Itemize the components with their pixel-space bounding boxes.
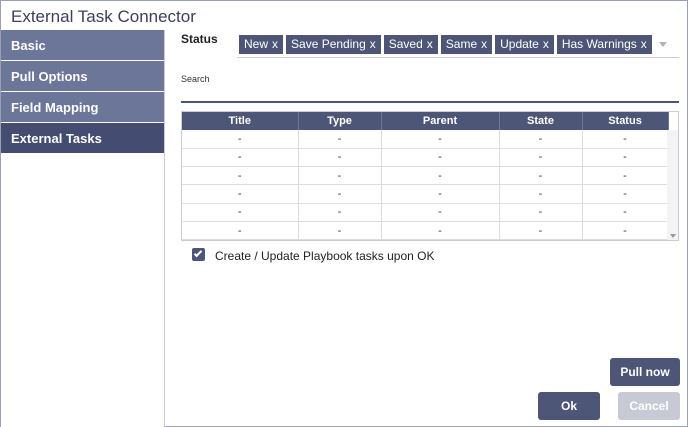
table-cell: - xyxy=(582,130,669,149)
table-cell: - xyxy=(182,221,299,240)
create-update-checkbox[interactable] xyxy=(192,248,205,261)
table-row[interactable]: ----- xyxy=(182,130,669,149)
remove-tag-button[interactable]: x xyxy=(641,37,647,51)
table-cell: - xyxy=(582,184,669,204)
pull-now-button[interactable]: Pull now xyxy=(610,358,680,386)
table-cell: - xyxy=(298,203,382,222)
chevron-down-icon[interactable] xyxy=(659,42,667,47)
table-cell: - xyxy=(298,221,382,240)
table-row[interactable]: ----- xyxy=(182,166,669,186)
search-input[interactable] xyxy=(181,87,679,103)
table-cell: - xyxy=(381,130,500,149)
status-tag: Has Warnings x xyxy=(556,35,652,54)
remove-tag-button[interactable]: x xyxy=(272,37,278,51)
table-cell: - xyxy=(381,221,500,240)
remove-tag-button[interactable]: x xyxy=(543,37,549,51)
table-cell: - xyxy=(381,166,500,186)
table-cell: - xyxy=(298,184,382,204)
table-cell: - xyxy=(298,148,382,168)
window-title: External Task Connector xyxy=(11,7,196,26)
table-cell: - xyxy=(582,203,669,222)
table-cell: - xyxy=(499,130,583,149)
status-tag: New x xyxy=(239,35,284,54)
table-row[interactable]: ----- xyxy=(182,184,669,204)
table-cell: - xyxy=(381,203,500,222)
table-cell: - xyxy=(499,148,583,168)
table-cell: - xyxy=(499,184,583,204)
table-cell: - xyxy=(182,203,299,222)
checkmark-icon xyxy=(193,248,203,258)
status-label: Status xyxy=(181,32,218,46)
column-header[interactable]: Parent xyxy=(381,112,500,130)
column-header[interactable]: Title xyxy=(182,112,299,130)
cancel-button[interactable]: Cancel xyxy=(618,392,680,420)
status-tag-label: Has Warnings xyxy=(561,37,637,51)
external-task-connector-window: External Task Connector Basic Pull Optio… xyxy=(0,0,688,427)
status-tag: Update x xyxy=(495,35,554,54)
sidebar-item-label: Pull Options xyxy=(11,69,88,84)
status-tag: Saved x xyxy=(383,35,438,54)
ok-button[interactable]: Ok xyxy=(538,392,600,420)
sidebar-item-pull-options[interactable]: Pull Options xyxy=(1,61,164,91)
table-cell: - xyxy=(182,166,299,186)
table-cell: - xyxy=(381,184,500,204)
table-cell: - xyxy=(582,221,669,240)
status-tag-label: Update xyxy=(500,37,539,51)
table-header-row: Title Type Parent State Status xyxy=(182,112,669,130)
sidebar-item-external-tasks[interactable]: External Tasks xyxy=(1,123,164,153)
status-tag-label: Saved xyxy=(388,37,423,51)
table-row[interactable]: ----- xyxy=(182,148,669,168)
status-tag-label: New xyxy=(244,37,269,51)
table-row[interactable]: ----- xyxy=(182,203,669,222)
sidebar-item-field-mapping[interactable]: Field Mapping xyxy=(1,92,164,122)
status-tag-list: New x Save Pending x Saved x Same x Update x Has W… xyxy=(239,35,652,54)
column-header[interactable]: Type xyxy=(298,112,382,130)
search-label: Search xyxy=(181,74,210,84)
status-filter-field[interactable]: New x Save Pending x Saved x Same x Update x Has W… xyxy=(237,32,679,58)
table-cell: - xyxy=(582,166,669,186)
status-tag-label: Same xyxy=(445,37,478,51)
status-tag-label: Save Pending xyxy=(291,37,366,51)
create-update-label: Create / Update Playbook tasks upon OK xyxy=(215,249,435,263)
table-cell: - xyxy=(582,148,669,168)
status-tag: Same x xyxy=(440,35,493,54)
table-cell: - xyxy=(499,166,583,186)
remove-tag-button[interactable]: x xyxy=(481,37,487,51)
sidebar: Basic Pull Options Field Mapping Externa… xyxy=(1,30,165,427)
external-tasks-table: Title Type Parent State Status -------------… xyxy=(181,111,679,241)
table-cell: - xyxy=(499,221,583,240)
column-header[interactable]: State xyxy=(499,112,583,130)
sidebar-item-basic[interactable]: Basic xyxy=(1,30,164,60)
remove-tag-button[interactable]: x xyxy=(370,37,376,51)
table-cell: - xyxy=(381,148,500,168)
table-cell: - xyxy=(298,166,382,186)
table-cell: - xyxy=(182,148,299,168)
table-cell: - xyxy=(499,203,583,222)
table-cell: - xyxy=(182,184,299,204)
sidebar-item-label: External Tasks xyxy=(11,131,102,146)
table-cell: - xyxy=(298,130,382,149)
table-row[interactable]: ----- xyxy=(182,221,669,240)
column-header[interactable]: Status xyxy=(582,112,669,130)
sidebar-item-label: Field Mapping xyxy=(11,100,99,115)
scroll-down-icon[interactable] xyxy=(670,234,676,238)
table-cell: - xyxy=(182,130,299,149)
table-scrollbar[interactable] xyxy=(667,130,678,240)
sidebar-item-label: Basic xyxy=(11,38,46,53)
remove-tag-button[interactable]: x xyxy=(427,37,433,51)
status-tag: Save Pending x xyxy=(286,35,381,54)
